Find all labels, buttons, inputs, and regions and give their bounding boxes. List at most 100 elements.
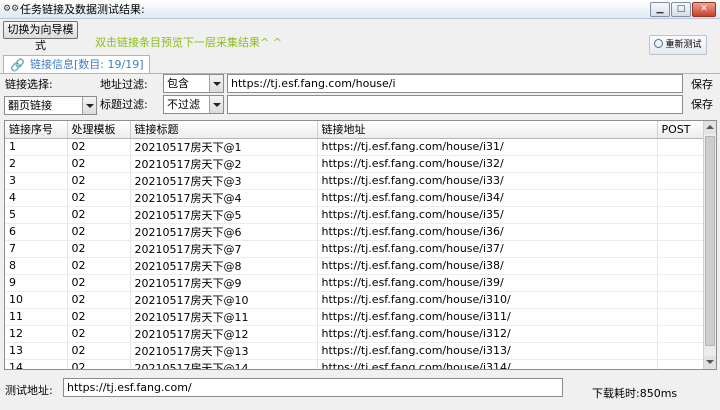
table-cell: https://tj.esf.fang.com/house/i313/ <box>317 342 658 360</box>
table-cell <box>657 308 706 326</box>
link-select-dropdown[interactable]: 翻页链接 <box>4 96 97 115</box>
table-cell: 02 <box>67 223 131 241</box>
table-cell: https://tj.esf.fang.com/house/i37/ <box>317 240 658 258</box>
address-filter-mode-select[interactable]: 包含 <box>163 74 224 93</box>
table-cell: 1 <box>5 138 68 156</box>
download-time: 下载耗时:850ms <box>592 387 678 400</box>
title-filter-mode-select[interactable]: 不过滤 <box>163 95 224 114</box>
vertical-scrollbar[interactable] <box>703 121 716 369</box>
table-cell: 20210517房天下@2 <box>130 155 318 173</box>
table-row[interactable]: 7 02 20210517房天下@7 https://tj.esf.fang.com/… <box>5 240 706 258</box>
table-row[interactable]: 2 02 20210517房天下@2 https://tj.esf.fang.com/… <box>5 155 706 173</box>
column-header[interactable]: 链接序号 <box>5 121 68 139</box>
address-filter-label: 地址过滤: <box>100 78 148 91</box>
scroll-thumb[interactable] <box>705 136 715 346</box>
table-cell: 02 <box>67 206 131 224</box>
table-row[interactable]: 12 02 20210517房天下@12 https://tj.esf.fang.co… <box>5 325 706 343</box>
table-row[interactable]: 1 02 20210517房天下@1 https://tj.esf.fang.com/… <box>5 138 706 156</box>
table-header-row: 链接序号 处理模板 链接标题 链接地址 POST <box>5 121 706 139</box>
table-cell: https://tj.esf.fang.com/house/i38/ <box>317 257 658 275</box>
chevron-down-icon[interactable] <box>209 75 223 92</box>
maximize-button[interactable]: □ <box>671 2 691 17</box>
switch-wizard-button[interactable]: 切换为向导模式 <box>3 21 78 52</box>
column-header[interactable]: POST <box>657 121 706 139</box>
test-address-label: 测试地址: <box>5 384 53 397</box>
chevron-down-icon[interactable] <box>209 96 223 113</box>
table-cell: 14 <box>5 359 68 369</box>
table-cell <box>657 172 706 190</box>
table-cell: 02 <box>67 257 131 275</box>
table-cell: 02 <box>67 342 131 360</box>
table-cell: https://tj.esf.fang.com/house/i35/ <box>317 206 658 224</box>
table-row[interactable]: 4 02 20210517房天下@4 https://tj.esf.fang.com/… <box>5 189 706 207</box>
table-cell: 20210517房天下@7 <box>130 240 318 258</box>
table-cell: https://tj.esf.fang.com/house/i34/ <box>317 189 658 207</box>
title-filter-label: 标题过滤: <box>100 98 148 111</box>
column-header[interactable]: 处理模板 <box>67 121 131 139</box>
table-cell: https://tj.esf.fang.com/house/i33/ <box>317 172 658 190</box>
table-cell: 20210517房天下@12 <box>130 325 318 343</box>
table-cell: 20210517房天下@9 <box>130 274 318 292</box>
app-icon[interactable]: ⚙⚙ <box>3 2 19 16</box>
table-cell <box>657 257 706 275</box>
table-cell: 20210517房天下@4 <box>130 189 318 207</box>
table-cell: 2 <box>5 155 68 173</box>
table-row[interactable]: 14 02 20210517房天下@14 https://tj.esf.fang.co… <box>5 359 706 369</box>
address-filter-input[interactable]: https://tj.esf.fang.com/house/i <box>227 74 683 93</box>
table-cell: https://tj.esf.fang.com/house/i32/ <box>317 155 658 173</box>
save-address-button[interactable]: 保存 <box>691 78 713 92</box>
test-address-input[interactable]: https://tj.esf.fang.com/ <box>63 378 563 397</box>
title-filter-mode-value: 不过滤 <box>167 98 200 111</box>
table-cell: 02 <box>67 138 131 156</box>
table-cell: https://tj.esf.fang.com/house/i311/ <box>317 308 658 326</box>
minimize-button[interactable]: ▁ <box>650 2 670 17</box>
hint-text: 双击链接条目预览下一层采集结果^ ^ <box>95 36 282 49</box>
chevron-down-icon[interactable] <box>82 97 96 114</box>
table-cell <box>657 274 706 292</box>
table-cell <box>657 342 706 360</box>
scroll-down-icon[interactable] <box>704 356 716 369</box>
scroll-up-icon[interactable] <box>704 121 716 134</box>
links-table[interactable]: 链接序号 处理模板 链接标题 链接地址 POST 1 02 20210517房天下@… <box>4 120 717 370</box>
table-cell: 9 <box>5 274 68 292</box>
table-cell <box>657 359 706 369</box>
table-row[interactable]: 11 02 20210517房天下@11 https://tj.esf.fang.co… <box>5 308 706 326</box>
table-row[interactable]: 3 02 20210517房天下@3 https://tj.esf.fang.com/… <box>5 172 706 190</box>
table-cell: 7 <box>5 240 68 258</box>
table-row[interactable]: 5 02 20210517房天下@5 https://tj.esf.fang.com/… <box>5 206 706 224</box>
close-button[interactable]: ✕ <box>692 2 716 17</box>
tab-link-info[interactable]: 🔗 链接信息[数目: 19/19] <box>3 55 150 74</box>
table-cell: https://tj.esf.fang.com/house/i314/ <box>317 359 658 369</box>
table-row[interactable]: 6 02 20210517房天下@6 https://tj.esf.fang.com/… <box>5 223 706 241</box>
table-cell <box>657 291 706 309</box>
link-select-label: 链接选择: <box>5 78 53 91</box>
table-cell: 20210517房天下@10 <box>130 291 318 309</box>
table-cell: 02 <box>67 291 131 309</box>
table-cell: https://tj.esf.fang.com/house/i310/ <box>317 291 658 309</box>
retest-button[interactable]: 重新测试 <box>649 35 707 55</box>
tab-label: 链接信息[数目: 19/19] <box>30 58 144 71</box>
table-cell: 12 <box>5 325 68 343</box>
table-cell: 20210517房天下@13 <box>130 342 318 360</box>
table-cell: https://tj.esf.fang.com/house/i39/ <box>317 274 658 292</box>
title-filter-input[interactable] <box>227 95 683 114</box>
table-cell: 20210517房天下@3 <box>130 172 318 190</box>
table-cell <box>657 138 706 156</box>
table-cell: 5 <box>5 206 68 224</box>
table-row[interactable]: 8 02 20210517房天下@8 https://tj.esf.fang.com/… <box>5 257 706 275</box>
table-cell <box>657 240 706 258</box>
table-cell: 02 <box>67 172 131 190</box>
table-row[interactable]: 9 02 20210517房天下@9 https://tj.esf.fang.com/… <box>5 274 706 292</box>
save-title-button[interactable]: 保存 <box>691 98 713 112</box>
column-header[interactable]: 链接地址 <box>317 121 658 139</box>
table-row[interactable]: 13 02 20210517房天下@13 https://tj.esf.fang.co… <box>5 342 706 360</box>
table-cell: 02 <box>67 308 131 326</box>
table-cell: 20210517房天下@11 <box>130 308 318 326</box>
table-cell: 3 <box>5 172 68 190</box>
table-cell <box>657 155 706 173</box>
link-select-value: 翻页链接 <box>8 99 52 112</box>
retest-label: 重新测试 <box>665 40 702 50</box>
table-cell: 02 <box>67 189 131 207</box>
column-header[interactable]: 链接标题 <box>130 121 318 139</box>
table-row[interactable]: 10 02 20210517房天下@10 https://tj.esf.fang.co… <box>5 291 706 309</box>
